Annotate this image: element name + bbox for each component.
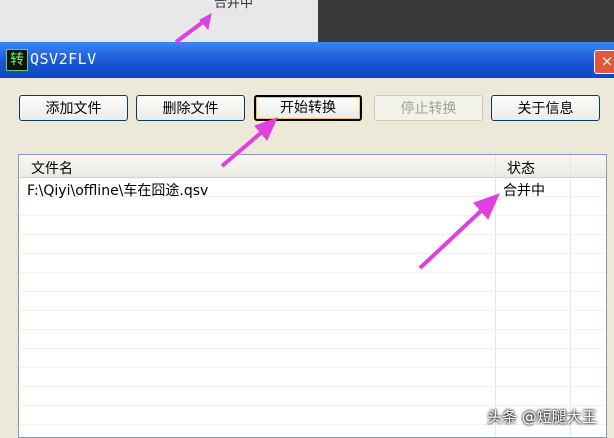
background-window: 合并中 bbox=[0, 0, 614, 42]
add-file-button[interactable]: 添加文件 bbox=[19, 95, 128, 121]
window-title: QSV2FLV bbox=[30, 50, 97, 68]
background-dark-area bbox=[318, 0, 614, 42]
start-convert-button[interactable]: 开始转换 bbox=[254, 95, 362, 121]
title-bar[interactable]: 转 QSV2FLV × bbox=[0, 42, 614, 78]
column-divider bbox=[570, 155, 571, 437]
row-status: 合并中 bbox=[503, 183, 545, 199]
column-divider bbox=[495, 155, 496, 437]
close-icon: × bbox=[600, 52, 614, 70]
background-status-text: 合并中 bbox=[214, 0, 254, 11]
close-button[interactable]: × bbox=[594, 50, 614, 74]
watermark: 头条 @短腿大王 bbox=[487, 408, 597, 426]
list-header: 文件名 状态 bbox=[19, 155, 606, 178]
qsv2flv-window: 转 QSV2FLV × 添加文件 删除文件 开始转换 停止转换 关于信息 文件名… bbox=[0, 42, 614, 438]
column-header-filename[interactable]: 文件名 bbox=[31, 158, 73, 178]
delete-file-button[interactable]: 删除文件 bbox=[136, 95, 245, 121]
stop-convert-button[interactable]: 停止转换 bbox=[374, 95, 483, 121]
column-header-status[interactable]: 状态 bbox=[507, 158, 535, 178]
about-button[interactable]: 关于信息 bbox=[491, 95, 600, 121]
row-filename: F:\Qiyi\offline\车在囧途.qsv bbox=[27, 183, 209, 199]
app-icon: 转 bbox=[6, 49, 28, 71]
file-list[interactable]: 文件名 状态 F:\Qiyi\offline\车在囧途.qsv 合并中 bbox=[18, 154, 607, 438]
